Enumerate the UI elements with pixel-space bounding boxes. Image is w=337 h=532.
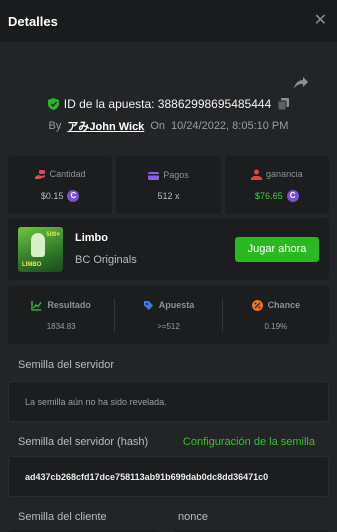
result-panel: Resultado 1834.83 Apuesta >=512 Chance 0… — [8, 286, 329, 344]
server-seed-value: La semilla aún no ha sido revelada. — [25, 396, 167, 407]
seed-config-link[interactable]: Configuración de la semilla — [183, 436, 315, 448]
play-now-button[interactable]: Jugar ahora — [235, 236, 319, 262]
shield-check-icon — [47, 98, 59, 110]
bet-meta-row: By アみJohn Wick On 10/24/2022, 8:05:10 PM — [0, 119, 337, 133]
nonce-label: nonce — [178, 511, 208, 523]
payout-stat: Pagos 512 x — [116, 156, 221, 214]
amount-value: $0.15 — [40, 190, 64, 201]
bet-id: ID de la apuesta: 38862998695485444 — [63, 97, 272, 111]
server-hash-value: ad437cb268cfd17dce758113ab91b699dab0dc8d… — [25, 471, 269, 482]
result-stat: Resultado 1834.83 — [8, 298, 116, 332]
result-value: 1834.83 — [46, 321, 76, 331]
chance-value: 0.19% — [264, 321, 288, 331]
bet-stats: Cantidad $0.15 C Pagos 512 x ganancia $7… — [8, 156, 329, 214]
user-link[interactable]: アみJohn Wick — [67, 118, 144, 134]
on-label: On — [150, 120, 165, 132]
details-header: Detalles ✕ — [0, 0, 337, 42]
server-hash-field[interactable]: ad437cb268cfd17dce758113ab91b699dab0dc8d… — [8, 456, 329, 497]
close-icon[interactable]: ✕ — [314, 13, 327, 29]
server-hash-label: Semilla del servidor (hash) — [18, 436, 149, 448]
chance-label: Chance — [267, 300, 301, 310]
wallet-icon — [148, 171, 160, 180]
copy-icon[interactable] — [278, 98, 290, 110]
rocket-icon — [31, 232, 45, 257]
game-thumbnail[interactable]: 500× LIMBO — [18, 226, 63, 272]
share-row — [0, 42, 337, 90]
payout-value: 512 x — [157, 190, 180, 201]
by-label: By — [48, 120, 62, 132]
coin-icon: C — [67, 189, 80, 202]
money-hand-icon — [34, 169, 45, 179]
bet-target-label: Apuesta — [158, 300, 195, 310]
thumb-game-name: LIMBO — [22, 261, 42, 268]
tag-icon — [143, 300, 153, 310]
share-icon[interactable] — [293, 76, 309, 90]
bet-target-stat: Apuesta >=512 — [115, 298, 223, 332]
server-seed-field: La semilla aún no ha sido revelada. — [8, 381, 329, 422]
amount-stat: Cantidad $0.15 C — [8, 156, 113, 214]
game-name: Limbo — [75, 232, 108, 244]
percent-icon — [251, 299, 263, 311]
client-seed-label: Semilla del cliente — [18, 511, 107, 523]
game-card: 500× LIMBO Limbo BC Originals Jugar ahor… — [8, 218, 329, 280]
bet-target-value: >=512 — [157, 321, 180, 331]
profit-stat: ganancia $76.65 C — [224, 156, 329, 214]
chance-stat: Chance 0.19% — [223, 298, 329, 332]
payout-label: Pagos — [163, 170, 189, 180]
game-provider: BC Originals — [75, 254, 137, 266]
amount-label: Cantidad — [49, 169, 86, 179]
profit-label: ganancia — [266, 169, 303, 179]
profit-icon — [251, 169, 263, 180]
bet-datetime: 10/24/2022, 8:05:10 PM — [171, 120, 289, 132]
page-title: Detalles — [8, 13, 58, 29]
chart-icon — [31, 300, 42, 311]
coin-icon: C — [286, 189, 299, 202]
thumb-multiplier: 500× — [46, 231, 60, 238]
profit-value: $76.65 — [255, 190, 283, 201]
result-label: Resultado — [47, 300, 91, 310]
bet-id-row: ID de la apuesta: 38862998695485444 — [0, 97, 337, 111]
server-seed-label: Semilla del servidor — [18, 359, 114, 371]
